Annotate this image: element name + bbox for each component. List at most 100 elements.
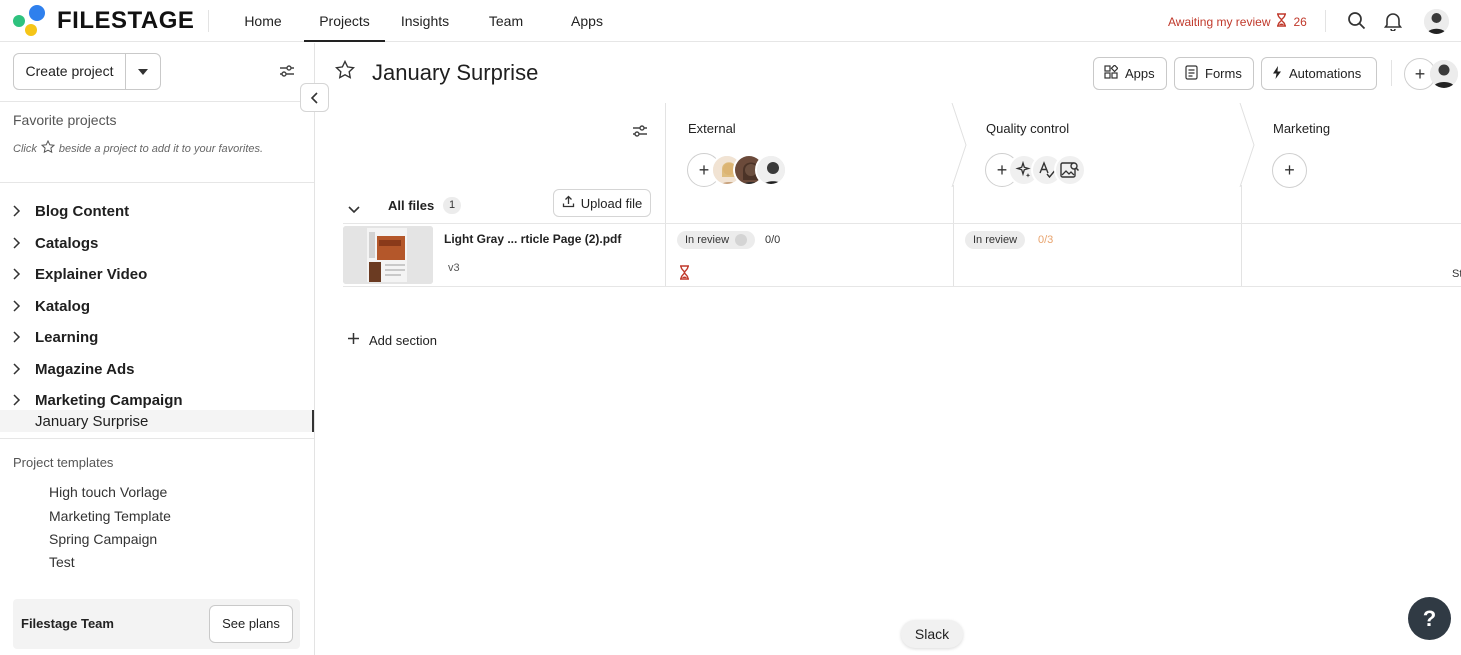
- status-label: In review: [685, 234, 730, 246]
- awaiting-review-link[interactable]: Awaiting my review 26: [1168, 13, 1307, 30]
- sidebar-item-magazine-ads[interactable]: Magazine Ads: [0, 358, 314, 380]
- filestage-logo[interactable]: FILESTAGE: [13, 5, 194, 37]
- chevron-down-icon[interactable]: [348, 201, 360, 217]
- image-search-icon[interactable]: [1054, 154, 1086, 186]
- automations-button-label: Automations: [1289, 66, 1362, 81]
- nav-separator: [1325, 10, 1326, 32]
- sidebar-item-blog-content[interactable]: Blog Content: [0, 200, 314, 222]
- lightning-icon: [1272, 65, 1282, 83]
- collapse-sidebar-button[interactable]: [300, 83, 329, 112]
- add-section-button[interactable]: Add section: [347, 332, 437, 348]
- plus-icon: +: [698, 159, 710, 180]
- search-icon[interactable]: [1347, 11, 1367, 31]
- slack-tooltip: Slack: [901, 620, 963, 648]
- file-name[interactable]: Light Gray ... rticle Page (2).pdf: [444, 232, 621, 246]
- see-plans-button[interactable]: See plans: [209, 605, 293, 643]
- sidebar-item-learning[interactable]: Learning: [0, 326, 314, 348]
- column-divider: [1241, 185, 1242, 286]
- logo-mark-icon: [13, 5, 51, 37]
- favorites-hint-pre: Click: [13, 142, 37, 155]
- upload-file-button[interactable]: Upload file: [553, 189, 651, 217]
- favorites-title: Favorite projects: [13, 112, 117, 128]
- chevron-right-icon[interactable]: [0, 205, 35, 217]
- favorite-star-icon[interactable]: [334, 59, 356, 83]
- create-project-dropdown[interactable]: [126, 54, 160, 89]
- section-file-count: 1: [443, 197, 461, 214]
- logo-text: FILESTAGE: [57, 7, 195, 34]
- template-item[interactable]: Test: [49, 554, 75, 570]
- sidebar-filter-icon[interactable]: [279, 64, 295, 81]
- nav-apps[interactable]: Apps: [568, 0, 606, 42]
- sidebar-item-marketing-campaign[interactable]: Marketing Campaign: [0, 389, 314, 411]
- chevron-right-icon[interactable]: [0, 300, 35, 312]
- nav-divider: [208, 10, 209, 32]
- sidebar-item-katalog[interactable]: Katalog: [0, 295, 314, 317]
- sidebar-item-catalogs[interactable]: Catalogs: [0, 232, 314, 254]
- upload-file-label: Upload file: [580, 195, 643, 211]
- sidebar-divider: [0, 101, 314, 102]
- forms-button-label: Forms: [1205, 66, 1242, 81]
- nav-insights[interactable]: Insights: [398, 0, 452, 42]
- chevron-right-icon[interactable]: [0, 331, 35, 343]
- star-icon: [40, 139, 55, 157]
- step-title-quality-control[interactable]: Quality control: [986, 121, 1069, 136]
- chevron-left-icon: [310, 91, 318, 104]
- section-title[interactable]: All files: [388, 198, 434, 213]
- status-toggle[interactable]: [735, 234, 748, 246]
- sidebar-item-explainer-video[interactable]: Explainer Video: [0, 263, 314, 285]
- external-status-pill[interactable]: In review: [677, 231, 756, 249]
- status-label: In review: [973, 234, 1018, 246]
- column-divider: [953, 185, 954, 286]
- forms-button[interactable]: Forms: [1174, 57, 1254, 90]
- project-name: Learning: [35, 328, 99, 346]
- apps-grid-icon: [1104, 64, 1119, 82]
- member-avatar: [1430, 60, 1458, 88]
- sidebar-divider: [0, 438, 314, 439]
- create-project-button[interactable]: Create project: [13, 53, 161, 90]
- chevron-right-icon[interactable]: [0, 268, 35, 280]
- row-divider: [343, 223, 1461, 224]
- step-title-marketing[interactable]: Marketing: [1273, 121, 1330, 136]
- nav-team[interactable]: Team: [486, 0, 526, 42]
- template-item[interactable]: Spring Campaign: [49, 531, 157, 547]
- automations-button[interactable]: Automations: [1261, 57, 1377, 90]
- bell-icon[interactable]: [1383, 11, 1404, 32]
- board-filter-icon[interactable]: [632, 124, 648, 141]
- chevron-right-icon[interactable]: [0, 394, 35, 406]
- header-separator: [1391, 60, 1392, 86]
- sidebar: Create project Favorite projects Click b…: [0, 43, 315, 655]
- chevron-right-icon[interactable]: [0, 363, 35, 375]
- nav-home[interactable]: Home: [238, 0, 288, 42]
- template-item[interactable]: High touch Vorlage: [49, 484, 167, 500]
- chevron-right-icon[interactable]: [0, 237, 35, 249]
- help-button[interactable]: ?: [1408, 597, 1451, 640]
- apps-button[interactable]: Apps: [1093, 57, 1167, 90]
- apps-button-label: Apps: [1125, 66, 1155, 81]
- reviewer-avatar[interactable]: [755, 154, 787, 186]
- sidebar-item-january-surprise[interactable]: January Surprise: [0, 410, 314, 432]
- plus-icon: +: [996, 159, 1008, 180]
- qc-status-pill[interactable]: In review: [965, 231, 1026, 249]
- project-name: January Surprise: [35, 412, 149, 430]
- awaiting-review-label: Awaiting my review: [1168, 14, 1271, 29]
- step-arrow-separator: [1239, 103, 1255, 187]
- forms-icon: [1185, 64, 1198, 83]
- column-divider: [665, 103, 666, 286]
- template-item[interactable]: Marketing Template: [49, 508, 171, 524]
- project-name: Blog Content: [35, 202, 130, 220]
- external-approval-ratio: 0/0: [765, 234, 781, 246]
- marketing-status-partial: St: [1452, 268, 1461, 280]
- team-name: Filestage Team: [21, 616, 114, 631]
- templates-title: Project templates: [13, 455, 114, 470]
- hourglass-icon: [1276, 13, 1287, 30]
- add-reviewer-button[interactable]: +: [1272, 153, 1307, 188]
- user-avatar[interactable]: [1424, 9, 1449, 34]
- page-title: January Surprise: [372, 60, 539, 85]
- plus-icon: +: [1284, 160, 1295, 180]
- create-project-label: Create project: [14, 54, 126, 89]
- file-thumbnail[interactable]: [343, 226, 433, 284]
- hourglass-icon: [679, 265, 690, 283]
- file-version[interactable]: v3: [448, 262, 460, 274]
- nav-projects[interactable]: Projects: [304, 0, 385, 42]
- step-title-external[interactable]: External: [688, 121, 736, 136]
